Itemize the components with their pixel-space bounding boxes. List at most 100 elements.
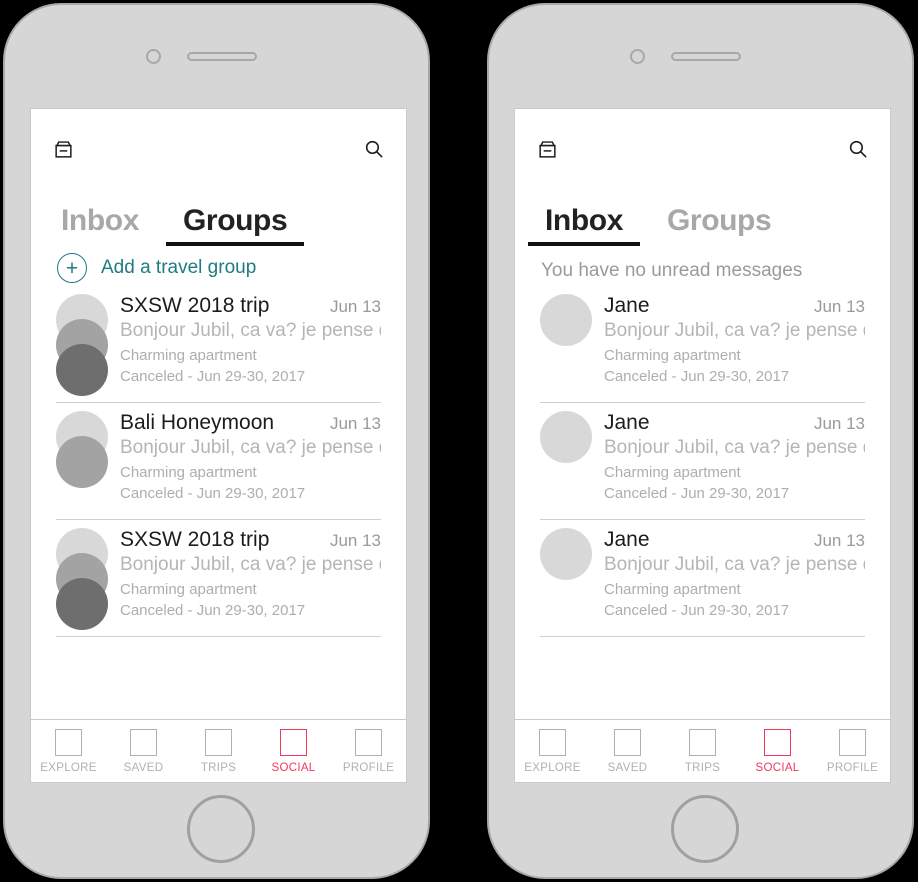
avatar-stack	[540, 294, 592, 390]
tab-explore[interactable]: EXPLORE	[515, 720, 590, 782]
list-item-date: Jun 13	[329, 297, 381, 316]
tab-inbox[interactable]: Inbox	[61, 206, 139, 246]
list-item-preview: Bonjour Jubil, ca va? je pense q...	[604, 320, 865, 341]
list-item[interactable]: Jane Jun 13 Bonjour Jubil, ca va? je pense…	[515, 286, 890, 390]
list-item-title: Jane	[604, 294, 650, 317]
tab-trips[interactable]: TRIPS	[181, 720, 256, 782]
tab-label: PROFILE	[826, 761, 879, 774]
tab-label: EXPLORE	[40, 761, 97, 774]
list-divider	[540, 636, 865, 637]
earpiece-speaker	[187, 52, 257, 61]
app-navbar	[515, 109, 890, 184]
bottom-tab-bar: EXPLORE SAVED TRIPS SOCIAL PROFILE	[515, 719, 890, 782]
tab-profile[interactable]: PROFILE	[331, 720, 406, 782]
empty-inbox-message: You have no unread messages	[541, 260, 803, 281]
tab-groups[interactable]: Groups	[667, 206, 772, 246]
list-item[interactable]: Jane Jun 13 Bonjour Jubil, ca va? je pense…	[515, 403, 890, 507]
list-item-header: Bali Honeymoon Jun 13	[120, 411, 381, 435]
list-item-listing: Charming apartment	[120, 347, 257, 364]
tab-saved[interactable]: SAVED	[106, 720, 181, 782]
list-item-title: SXSW 2018 trip	[120, 528, 270, 551]
avatar-stack	[56, 528, 108, 630]
message-list: Jane Jun 13 Bonjour Jubil, ca va? je pense…	[515, 286, 890, 637]
social-icon	[764, 728, 791, 756]
tab-explore[interactable]: EXPLORE	[31, 720, 106, 782]
phone-inbox: Inbox Groups You have no unread messages Ja…	[487, 3, 914, 879]
list-item-preview: Bonjour Jubil, ca va? je pense q...	[120, 554, 381, 575]
profile-icon	[839, 728, 866, 756]
tab-label: PROFILE	[342, 761, 395, 774]
trips-icon	[205, 728, 232, 756]
list-item-body: SXSW 2018 trip Jun 13 Bonjour Jubil, ca va…	[108, 528, 381, 624]
avatar	[56, 436, 108, 488]
message-list: SXSW 2018 trip Jun 13 Bonjour Jubil, ca va…	[31, 286, 406, 637]
list-item-title: SXSW 2018 trip	[120, 294, 270, 317]
list-item-body: Bali Honeymoon Jun 13 Bonjour Jubil, ca va…	[108, 411, 381, 507]
list-item-body: Jane Jun 13 Bonjour Jubil, ca va? je pense…	[592, 294, 865, 390]
tab-social[interactable]: SOCIAL	[256, 720, 331, 782]
list-item-title: Jane	[604, 411, 650, 434]
earpiece-speaker	[671, 52, 741, 61]
list-item-date: Jun 13	[813, 531, 865, 550]
tab-label: SOCIAL	[271, 761, 316, 774]
front-camera	[630, 49, 645, 64]
tab-label: TRIPS	[200, 761, 237, 774]
list-item-title: Jane	[604, 528, 650, 551]
list-item-status: Canceled - Jun 29-30, 2017	[120, 602, 306, 619]
tab-label: SAVED	[123, 761, 164, 774]
tab-saved[interactable]: SAVED	[590, 720, 665, 782]
archive-icon[interactable]	[53, 139, 74, 165]
tab-label: SAVED	[607, 761, 648, 774]
avatar	[540, 528, 592, 580]
list-item-listing: Charming apartment	[604, 464, 741, 481]
list-item-body: Jane Jun 13 Bonjour Jubil, ca va? je pense…	[592, 411, 865, 507]
list-item-preview: Bonjour Jubil, ca va? je pense q...	[120, 437, 381, 458]
list-item-header: Jane Jun 13	[604, 294, 865, 318]
avatar	[56, 344, 108, 396]
list-item[interactable]: Bali Honeymoon Jun 13 Bonjour Jubil, ca va…	[31, 403, 406, 507]
tab-inbox[interactable]: Inbox	[528, 206, 640, 246]
tab-profile[interactable]: PROFILE	[815, 720, 890, 782]
profile-icon	[355, 728, 382, 756]
explore-icon	[55, 728, 82, 756]
app-screen: Inbox Groups + Add a travel group SXSW 2018 …	[30, 108, 407, 783]
list-item-date: Jun 13	[329, 531, 381, 550]
tab-groups[interactable]: Groups	[165, 206, 305, 246]
saved-icon	[614, 728, 641, 756]
list-divider	[56, 636, 381, 637]
plus-icon: +	[57, 253, 87, 283]
avatar-stack	[56, 294, 108, 396]
list-item-status: Canceled - Jun 29-30, 2017	[120, 485, 306, 502]
home-button[interactable]	[671, 795, 739, 863]
list-item-body: SXSW 2018 trip Jun 13 Bonjour Jubil, ca va…	[108, 294, 381, 390]
explore-icon	[539, 728, 566, 756]
home-button[interactable]	[187, 795, 255, 863]
avatar-stack	[540, 411, 592, 507]
saved-icon	[130, 728, 157, 756]
list-item-date: Jun 13	[329, 414, 381, 433]
list-item-listing: Charming apartment	[120, 464, 257, 481]
app-screen: Inbox Groups You have no unread messages Ja…	[514, 108, 891, 783]
avatar-stack	[540, 528, 592, 624]
list-item-status: Canceled - Jun 29-30, 2017	[604, 368, 790, 385]
list-item-preview: Bonjour Jubil, ca va? je pense q...	[604, 554, 865, 575]
list-item[interactable]: SXSW 2018 trip Jun 13 Bonjour Jubil, ca va…	[31, 520, 406, 630]
add-travel-group-button[interactable]: + Add a travel group	[31, 246, 406, 286]
tab-bar-top: Inbox Groups	[31, 184, 406, 246]
list-item-date: Jun 13	[813, 414, 865, 433]
list-item[interactable]: Jane Jun 13 Bonjour Jubil, ca va? je pense…	[515, 520, 890, 624]
phone-groups: Inbox Groups + Add a travel group SXSW 2018 …	[3, 3, 430, 879]
list-item-title: Bali Honeymoon	[120, 411, 275, 434]
add-travel-group-label: Add a travel group	[101, 257, 257, 278]
social-icon	[280, 728, 307, 756]
list-item-header: SXSW 2018 trip Jun 13	[120, 528, 381, 552]
list-item-listing: Charming apartment	[604, 581, 741, 598]
search-icon[interactable]	[847, 138, 869, 165]
tab-bar-top: Inbox Groups	[515, 184, 890, 246]
trips-icon	[689, 728, 716, 756]
search-icon[interactable]	[363, 138, 385, 165]
list-item[interactable]: SXSW 2018 trip Jun 13 Bonjour Jubil, ca va…	[31, 286, 406, 396]
tab-trips[interactable]: TRIPS	[665, 720, 740, 782]
archive-icon[interactable]	[537, 139, 558, 165]
tab-social[interactable]: SOCIAL	[740, 720, 815, 782]
